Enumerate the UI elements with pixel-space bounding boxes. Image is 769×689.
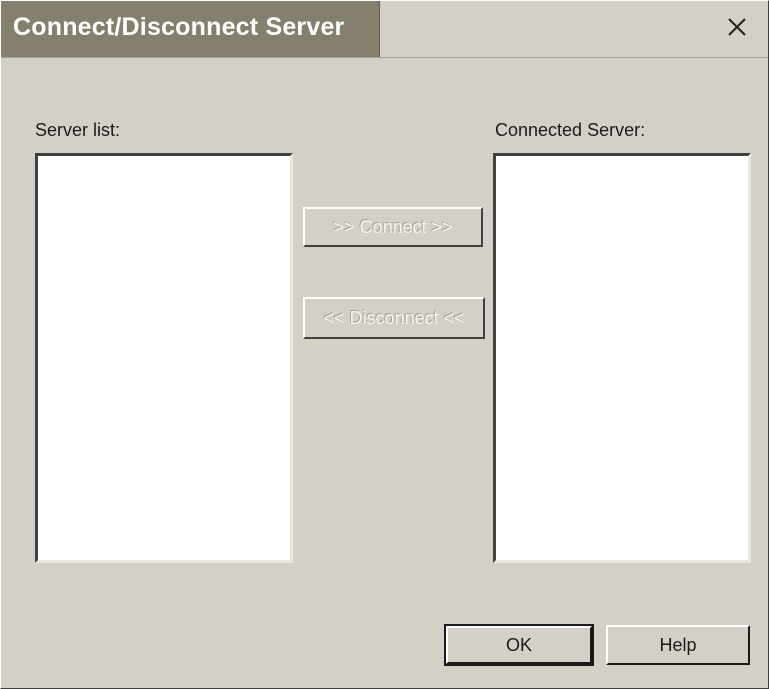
server-list-box[interactable] bbox=[35, 153, 293, 563]
server-list-label: Server list: bbox=[35, 120, 121, 140]
connect-disconnect-dialog: Connect/Disconnect Server Server list: >… bbox=[0, 0, 769, 689]
disconnect-button-label: << Disconnect << bbox=[323, 307, 465, 328]
connected-server-label: Connected Server: bbox=[495, 120, 646, 140]
close-button[interactable] bbox=[720, 10, 754, 44]
ok-button[interactable]: OK bbox=[444, 624, 594, 666]
disconnect-button[interactable]: << Disconnect << bbox=[303, 297, 485, 339]
dialog-title: Connect/Disconnect Server bbox=[13, 13, 345, 41]
close-icon bbox=[728, 18, 746, 36]
ok-button-label: OK bbox=[505, 634, 532, 655]
connected-server-box[interactable] bbox=[493, 153, 751, 563]
connect-button-label: >> Connect >> bbox=[333, 216, 453, 237]
connect-button[interactable]: >> Connect >> bbox=[303, 207, 483, 247]
title-tab: Connect/Disconnect Server bbox=[1, 1, 380, 57]
title-bar: Connect/Disconnect Server bbox=[1, 1, 768, 58]
help-button[interactable]: Help bbox=[606, 625, 750, 665]
help-button-label: Help bbox=[659, 634, 697, 655]
